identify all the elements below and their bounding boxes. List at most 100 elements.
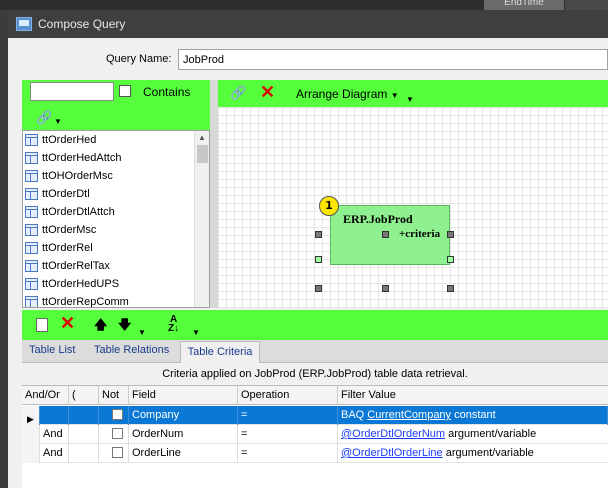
node-handle-n[interactable] (382, 231, 389, 238)
table-list-item-label: ttOrderHedAttch (42, 152, 122, 164)
cell-paren[interactable] (69, 406, 99, 425)
cell-operation[interactable]: = (238, 425, 338, 444)
diagram-toolbar: 🔗 ✕ Arrange Diagram ▼ ▼ (218, 80, 608, 107)
filter-value-suffix: argument/variable (445, 428, 537, 440)
cell-filter-value[interactable]: @OrderDtlOrderNum argument/variable (338, 425, 608, 444)
node-handle-s[interactable] (382, 285, 389, 292)
table-list-item-label: ttOrderHed (42, 134, 97, 146)
table-icon (25, 224, 38, 236)
window-title: Compose Query (38, 17, 126, 31)
diagram-canvas[interactable]: 1 ERP.JobProd +criteria (218, 107, 608, 308)
cell-andor[interactable]: And (40, 444, 69, 463)
cell-andor[interactable] (40, 406, 69, 425)
table-list-scrollbar[interactable]: ▲ (194, 131, 209, 307)
table-list-item[interactable]: ttOrderMsc (23, 221, 209, 239)
table-list-item-label: ttOrderRel (42, 242, 93, 254)
node-table-name: ERP.JobProd (343, 212, 413, 226)
tab-table-relations[interactable]: Table Relations (94, 344, 169, 356)
delete-criteria-icon[interactable]: ✕ (60, 313, 75, 334)
table-node-jobprod[interactable]: 1 ERP.JobProd +criteria (319, 196, 450, 265)
diagram-delete-icon[interactable]: ✕ (260, 82, 275, 103)
filter-value-link[interactable]: @OrderDtlOrderNum (341, 428, 445, 440)
cell-field[interactable]: OrderNum (129, 425, 238, 444)
link-dropdown-arrow-icon[interactable]: ▼ (54, 117, 62, 126)
table-icon (25, 260, 38, 272)
table-list-item[interactable]: ttOrderDtl (23, 185, 209, 203)
node-handle-nw[interactable] (315, 231, 322, 238)
table-list-item[interactable]: ttOrderRepComm (23, 293, 209, 308)
filter-value-suffix: constant (451, 409, 496, 421)
window-titlebar[interactable]: Compose Query (8, 10, 608, 38)
tab-table-criteria[interactable]: Table Criteria (180, 341, 260, 363)
compose-query-window: Query Name: Contains 🔗 ▼ ttOrderHedttOrd… (8, 38, 608, 488)
table-search-input[interactable] (30, 82, 114, 101)
table-list-item[interactable]: ttOrderHedUPS (23, 275, 209, 293)
col-header-not[interactable]: Not (99, 386, 129, 405)
cell-operation[interactable]: = (238, 406, 338, 425)
criteria-row[interactable]: ▶ Company = BAQ CurrentCompany constant (22, 406, 608, 425)
cell-field[interactable]: OrderLine (129, 444, 238, 463)
table-list-item-label: ttOrderRepComm (42, 296, 129, 308)
table-list[interactable]: ttOrderHed ttOrderHedAttch ttOHOrderMsc ttO… (22, 130, 210, 308)
diagram-link-icon[interactable]: 🔗 (230, 85, 246, 101)
not-checkbox[interactable] (112, 428, 123, 439)
cell-andor[interactable]: And (40, 425, 69, 444)
table-list-item[interactable]: ttOHOrderMsc (23, 167, 209, 185)
table-icon (25, 188, 38, 200)
row-header[interactable]: ▶ (22, 406, 40, 425)
table-list-item-label: ttOHOrderMsc (42, 170, 113, 182)
table-list-item-label: ttOrderMsc (42, 224, 97, 236)
tab-table-list[interactable]: Table List (29, 344, 75, 356)
sort-az-icon[interactable]: A Z↓ (168, 315, 179, 334)
not-checkbox[interactable] (112, 447, 123, 458)
filter-value-link[interactable]: @OrderDtlOrderLine (341, 447, 443, 459)
sort-more-arrow-icon[interactable]: ▼ (192, 328, 200, 337)
scroll-up-icon[interactable]: ▲ (198, 133, 206, 142)
new-criteria-icon[interactable] (36, 318, 48, 332)
node-criteria-label: +criteria (399, 228, 441, 240)
col-header-field[interactable]: Field (129, 386, 238, 405)
filter-value-link[interactable]: CurrentCompany (367, 409, 451, 421)
table-list-item[interactable]: ttOrderRelTax (23, 257, 209, 275)
cell-paren[interactable] (69, 444, 99, 463)
criteria-row[interactable]: And OrderNum = @OrderDtlOrderNum argumen… (22, 425, 608, 444)
contains-checkbox[interactable] (119, 85, 131, 97)
node-handle-e[interactable] (447, 256, 454, 263)
cell-field[interactable]: Company (129, 406, 238, 425)
query-name-input[interactable] (178, 49, 608, 70)
cell-paren[interactable] (69, 425, 99, 444)
node-handle-se[interactable] (447, 285, 454, 292)
move-down-icon[interactable]: 🡇 (118, 316, 131, 338)
table-list-item-label: ttOrderDtl (42, 188, 90, 200)
col-header-filter-value[interactable]: Filter Value (338, 386, 608, 405)
col-header-andor[interactable]: And/Or (22, 386, 69, 405)
table-icon (25, 134, 38, 146)
cell-filter-value[interactable]: @OrderDtlOrderLine argument/variable (338, 444, 608, 463)
arrange-dropdown-arrow-icon: ▼ (390, 91, 399, 100)
scroll-thumb[interactable] (197, 145, 208, 163)
col-header-operation[interactable]: Operation (238, 386, 338, 405)
cell-operation[interactable]: = (238, 444, 338, 463)
arrange-more-arrow-icon[interactable]: ▼ (406, 95, 414, 104)
node-handle-w[interactable] (315, 256, 322, 263)
move-up-icon[interactable]: 🡅 (94, 316, 107, 338)
link-icon[interactable]: 🔗 (36, 110, 52, 126)
table-list-item[interactable]: ttOrderHedAttch (23, 149, 209, 167)
criteria-row[interactable]: And OrderLine = @OrderDtlOrderLine argum… (22, 444, 608, 463)
lower-panel: ✕ 🡅 🡇 ▼ A Z↓ ▼ Table List Table Relations… (22, 308, 608, 488)
arrange-diagram-button[interactable]: Arrange Diagram ▼ (296, 87, 399, 101)
cell-filter-value[interactable]: BAQ CurrentCompany constant (338, 406, 608, 425)
table-icon (25, 242, 38, 254)
node-handle-ne[interactable] (447, 231, 454, 238)
table-list-item[interactable]: ttOrderHed (23, 131, 209, 149)
row-header[interactable] (22, 425, 40, 444)
move-more-arrow-icon[interactable]: ▼ (138, 328, 146, 337)
row-header[interactable] (22, 444, 40, 463)
not-checkbox[interactable] (112, 409, 123, 420)
criteria-tabs: Table List Table Relations Table Criteri… (22, 340, 608, 363)
node-handle-sw[interactable] (315, 285, 322, 292)
col-header-paren[interactable]: ( (69, 386, 99, 405)
table-list-item[interactable]: ttOrderRel (23, 239, 209, 257)
panel-splitter[interactable] (210, 80, 218, 308)
table-list-item[interactable]: ttOrderDtlAttch (23, 203, 209, 221)
